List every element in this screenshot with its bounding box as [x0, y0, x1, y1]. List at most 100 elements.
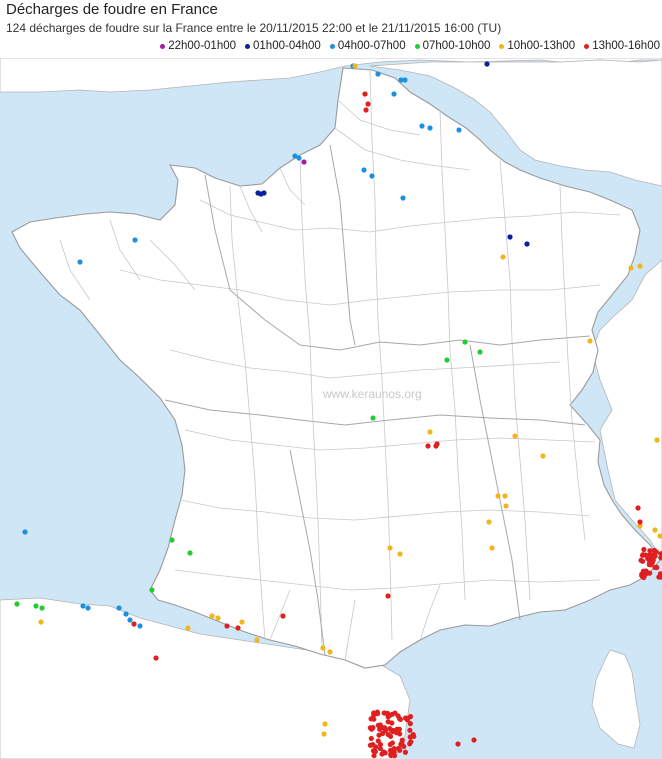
legend-item-01h-04h: 01h00-04h00 [245, 40, 321, 52]
strike-marker [407, 714, 414, 720]
strike-marker [137, 623, 143, 629]
legend-label: 04h00-07h00 [337, 40, 406, 52]
strike-marker [652, 527, 658, 533]
strike-marker [33, 603, 39, 609]
strike-marker [131, 621, 137, 627]
page-title: Décharges de foudre en France [6, 1, 218, 18]
page-subtitle: 124 décharges de foudre sur la France en… [6, 21, 502, 35]
legend-item-04h-07h: 04h00-07h00 [329, 40, 406, 52]
strike-marker [361, 167, 367, 173]
strike-marker [419, 123, 425, 129]
strike-marker [462, 339, 468, 345]
legend: 22h00-01h00 01h00-04h00 04h00-07h00 07h0… [160, 40, 660, 52]
strike-marker [425, 443, 431, 449]
strike-marker [320, 645, 326, 651]
strike-marker [402, 749, 409, 755]
strike-marker [427, 429, 433, 435]
strike-marker [365, 101, 371, 107]
strike-marker [369, 173, 375, 179]
strike-marker [587, 338, 593, 344]
strike-marker [362, 91, 368, 97]
strike-marker [371, 716, 377, 722]
strike-marker [641, 546, 647, 553]
strike-marker [503, 503, 509, 509]
strike-marker [444, 357, 450, 363]
legend-item-22h-01h: 22h00-01h00 [160, 40, 236, 52]
strike-marker [455, 741, 461, 747]
strike-marker [368, 726, 375, 732]
strike-marker [80, 603, 86, 609]
strike-marker [397, 716, 404, 723]
legend-label: 01h00-04h00 [253, 40, 321, 52]
strike-marker [647, 548, 653, 554]
legend-label: 13h00-16h00 [592, 40, 660, 52]
strike-marker [235, 625, 241, 631]
strike-marker [376, 732, 382, 738]
strike-marker [153, 655, 159, 661]
strike-marker [280, 613, 286, 619]
strike-marker [254, 637, 260, 643]
strike-marker [377, 741, 384, 748]
strike-marker [456, 127, 462, 133]
strike-marker [185, 625, 191, 631]
strike-marker [637, 519, 643, 525]
strike-marker [370, 742, 376, 748]
lightning-map[interactable]: www.keraunos.org [0, 58, 662, 759]
legend-item-07h-10h: 07h00-10h00 [414, 40, 491, 52]
strike-marker [327, 649, 333, 655]
strike-marker [149, 587, 155, 593]
strike-marker [370, 415, 376, 421]
strike-marker [123, 611, 129, 617]
strike-marker [654, 437, 660, 443]
strike-marker [363, 107, 369, 113]
strike-marker [389, 740, 395, 746]
strike-marker [381, 749, 387, 755]
strike-marker [187, 550, 193, 556]
strike-marker [512, 433, 518, 439]
strike-marker [322, 721, 328, 727]
strike-marker [637, 263, 643, 269]
strike-marker [643, 568, 649, 574]
strike-marker [127, 617, 133, 623]
legend-dot-icon [414, 43, 420, 49]
strike-marker [653, 549, 659, 555]
strike-marker [215, 615, 221, 621]
strike-marker [375, 722, 381, 728]
strike-marker [507, 234, 513, 240]
strike-marker [401, 743, 407, 750]
strike-marker [301, 159, 307, 165]
strike-marker [638, 557, 644, 563]
strike-marker [484, 61, 490, 67]
strike-marker [502, 493, 508, 499]
strike-marker [407, 741, 413, 747]
strike-marker [239, 619, 245, 625]
strike-marker [321, 731, 327, 737]
strike-marker [427, 125, 433, 131]
strike-marker [368, 735, 374, 742]
legend-dot-icon [160, 43, 166, 49]
strike-marker [489, 545, 495, 551]
strike-marker [384, 710, 391, 717]
legend-dot-icon [329, 43, 335, 49]
strike-marker [397, 731, 403, 737]
strike-marker [643, 552, 649, 558]
legend-label: 10h00-13h00 [507, 40, 576, 52]
strike-marker [38, 619, 44, 625]
strike-marker [209, 613, 215, 619]
strike-marker [500, 254, 506, 260]
legend-item-10h-13h: 10h00-13h00 [499, 40, 575, 52]
strike-marker [387, 733, 394, 739]
strike-marker [402, 77, 408, 83]
strike-marker [434, 441, 440, 447]
strike-marker [132, 237, 138, 243]
strike-marker [540, 453, 546, 459]
strike-marker [400, 195, 406, 201]
strike-marker [647, 558, 653, 564]
strike-marker [352, 63, 358, 69]
strike-marker [169, 537, 175, 543]
legend-label: 22h00-01h00 [168, 40, 237, 52]
strike-marker [385, 719, 391, 725]
legend-dot-icon [584, 43, 590, 49]
legend-label: 07h00-10h00 [422, 40, 491, 52]
strike-marker [397, 551, 403, 557]
